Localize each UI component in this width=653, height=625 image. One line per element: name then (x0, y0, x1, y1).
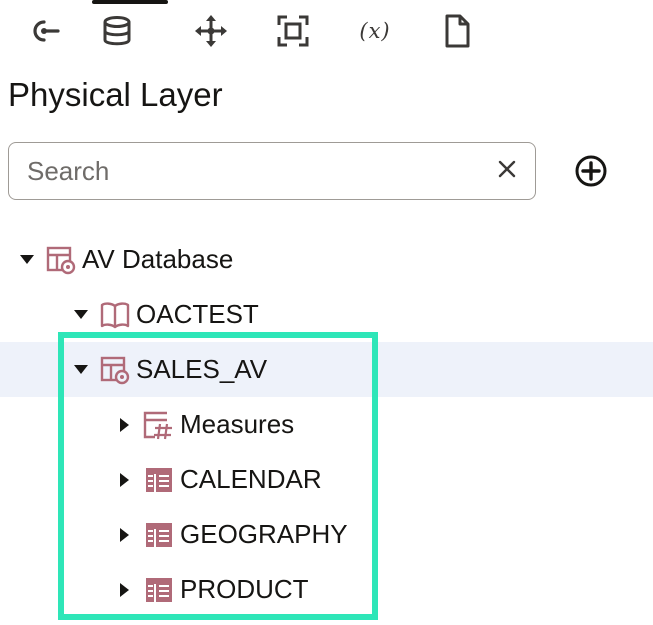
caret-right-icon[interactable] (114, 579, 136, 601)
tree-node-calendar[interactable]: CALENDAR (0, 452, 653, 507)
schema-book-icon (98, 299, 132, 331)
connect-icon (27, 16, 63, 46)
database-icon (101, 15, 133, 47)
toolbar-move-button[interactable] (186, 8, 236, 54)
toolbar-variables-button[interactable]: (x) (350, 8, 400, 54)
toolbar-fit-button[interactable] (268, 8, 318, 54)
toolbar: (x) (0, 0, 653, 62)
close-icon (498, 160, 516, 183)
toolbar-document-button[interactable] (432, 8, 482, 54)
tree-node-label: OACTEST (136, 299, 259, 329)
tree-node-measures[interactable]: Measures (0, 397, 653, 452)
caret-right-icon[interactable] (114, 524, 136, 546)
toolbar-database-button[interactable] (92, 0, 168, 54)
tree-node-label: SALES_AV (136, 354, 268, 384)
table-icon (142, 519, 176, 551)
physical-layer-page: (x) Physical Layer Search AV Database OA… (0, 0, 653, 625)
move-icon (194, 14, 228, 48)
table-icon (142, 464, 176, 496)
tree-node-product[interactable]: PRODUCT (0, 562, 653, 617)
caret-right-icon[interactable] (114, 469, 136, 491)
fit-frame-icon (276, 14, 310, 48)
add-circle-icon (574, 154, 608, 193)
toolbar-connect-button[interactable] (20, 8, 70, 54)
tree-node-oactest[interactable]: OACTEST (0, 287, 653, 342)
tree-node-label: Measures (180, 409, 295, 439)
tree-node-label: AV Database (82, 244, 234, 274)
page-title: Physical Layer (8, 76, 223, 113)
search-box (8, 142, 536, 200)
variable-icon: (x) (359, 19, 391, 43)
document-icon (442, 14, 472, 48)
add-button[interactable] (572, 154, 610, 192)
tree-node-label: CALENDAR (180, 464, 322, 494)
caret-down-icon[interactable] (70, 359, 92, 381)
tree-node-geography[interactable]: GEOGRAPHY (0, 507, 653, 562)
table-icon (142, 574, 176, 606)
analytic-view-icon (98, 354, 132, 386)
tree-node-label: GEOGRAPHY (180, 519, 348, 549)
measures-table-icon (142, 409, 176, 441)
tree-node-sales-av[interactable]: SALES_AV (0, 342, 653, 397)
clear-search-button[interactable] (493, 157, 521, 185)
caret-right-icon[interactable] (114, 414, 136, 436)
database-connection-icon (44, 244, 78, 276)
caret-down-icon[interactable] (70, 304, 92, 326)
caret-down-icon[interactable] (16, 249, 38, 271)
tree-node-label: PRODUCT (180, 574, 309, 604)
tree-node-av-database[interactable]: AV Database (0, 232, 653, 287)
physical-layer-tree: AV Database OACTEST SALES_AV Measures CA… (0, 232, 653, 617)
search-input[interactable] (27, 143, 477, 199)
